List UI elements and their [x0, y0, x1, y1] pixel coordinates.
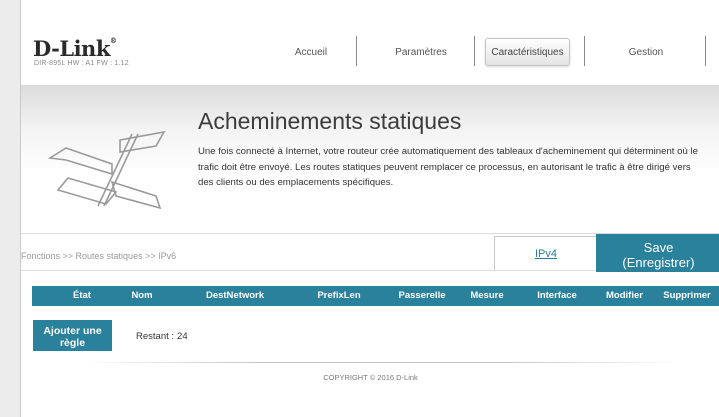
ipv4-tab[interactable]: IPv4 [494, 236, 597, 270]
remaining-rules: Restant :24 [136, 331, 188, 342]
model-info: DIR-895L HW : A1 FW : 1.12 [34, 60, 129, 67]
add-rule-label: Ajouter une [43, 325, 102, 337]
remaining-count: 24 [177, 331, 188, 342]
nav-accueil[interactable]: Accueil [261, 38, 361, 66]
nav-separator [584, 36, 585, 66]
save-button[interactable]: Save (Enregistrer) [596, 234, 719, 272]
breadcrumb: Fonctions >> Routes statiques >> IPv6 [21, 251, 177, 261]
routes-table-header: État Nom DestNetwork PrefixLen Passerell… [32, 286, 719, 306]
nav-caracteristiques[interactable]: Caractéristiques [485, 38, 570, 66]
page-title: Acheminements statiques [198, 108, 462, 134]
column-header-destnetwork: DestNetwork [205, 290, 265, 301]
page-description: Une fois connecté à Internet, votre rout… [198, 146, 698, 188]
nav-parametres[interactable]: Paramètres [366, 38, 476, 66]
footer-divider [81, 362, 681, 363]
action-bar: Fonctions >> Routes statiques >> IPv6 IP… [21, 233, 719, 272]
add-rule-button[interactable]: Ajouter une règle [33, 320, 112, 351]
nav-gestion[interactable]: Gestion [591, 38, 701, 66]
column-header-nom: Nom [131, 290, 153, 301]
remaining-label: Restant : [136, 331, 175, 342]
column-header-modifier: Modifier [606, 290, 643, 301]
save-button-sublabel: (Enregistrer) [622, 254, 695, 270]
column-header-prefixlen: PrefixLen [317, 290, 361, 301]
router-page: D-Link® DIR-895L HW : A1 FW : 1.12 Accue… [20, 0, 719, 417]
nav-separator [356, 36, 357, 66]
signpost-icon [46, 116, 166, 216]
add-rule-sublabel: règle [59, 337, 86, 349]
save-button-label: Save [643, 239, 674, 255]
copyright-text: COPYRIGHT © 2016 D-Link [323, 373, 418, 382]
column-header-supprimer: Supprimer [663, 290, 711, 301]
column-header-etat: État [73, 290, 91, 301]
ipv4-link[interactable]: IPv4 [535, 248, 557, 260]
column-header-mesure: Mesure [470, 290, 504, 301]
column-header-passerelle: Passerelle [398, 290, 446, 301]
nav-separator [474, 36, 475, 66]
nav-separator [705, 36, 706, 66]
column-header-interface: Interface [537, 290, 577, 301]
page-banner: Acheminements statiques Une fois connect… [21, 85, 719, 233]
dlink-logo: D-Link® [33, 36, 117, 61]
